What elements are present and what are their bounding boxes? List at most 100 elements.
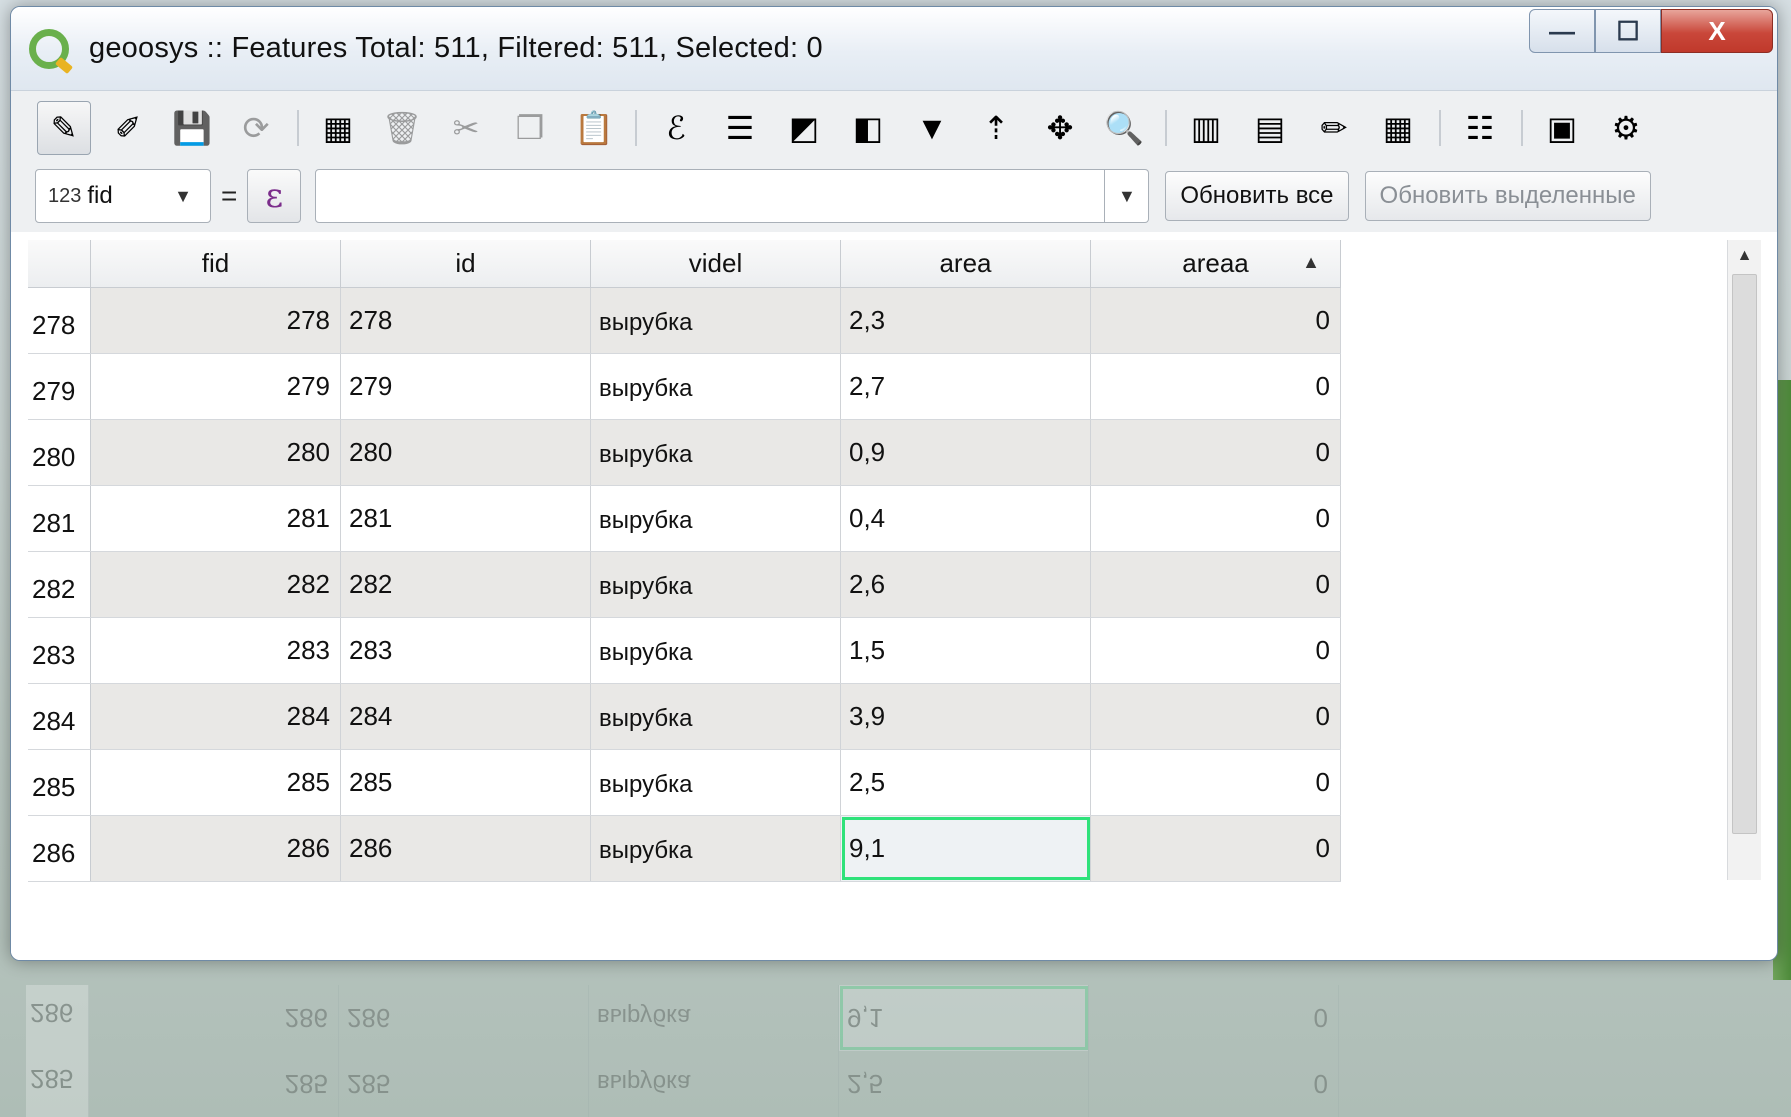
cell-id[interactable]: 286: [341, 816, 591, 881]
row-number[interactable]: 282: [28, 552, 91, 617]
new-field-icon[interactable]: ▥: [1179, 101, 1233, 155]
cell-areaa[interactable]: 0: [1091, 816, 1341, 881]
row-number[interactable]: 286: [26, 985, 89, 1051]
cell-fid[interactable]: 280: [91, 420, 341, 485]
cell-fid[interactable]: 278: [91, 288, 341, 353]
cell-area[interactable]: 0,4: [841, 486, 1091, 551]
paste-icon[interactable]: 📋: [567, 101, 621, 155]
cell-area[interactable]: 2,5: [839, 1051, 1089, 1117]
row-number[interactable]: 286: [28, 816, 91, 881]
field-calculator-icon[interactable]: ✏: [1307, 101, 1361, 155]
cell-id[interactable]: 284: [341, 684, 591, 749]
expression-select-icon[interactable]: ℰ: [649, 101, 703, 155]
conditional-format-icon[interactable]: ▦: [1371, 101, 1425, 155]
row-number[interactable]: 281: [28, 486, 91, 551]
row-number[interactable]: 285: [28, 750, 91, 815]
row-number[interactable]: 280: [28, 420, 91, 485]
cell-id[interactable]: 278: [341, 288, 591, 353]
delete-field-icon[interactable]: ▤: [1243, 101, 1297, 155]
cell-area[interactable]: 2,6: [841, 552, 1091, 617]
expression-dropdown-button[interactable]: ▼: [1105, 169, 1150, 223]
cell-id[interactable]: 285: [341, 750, 591, 815]
cell-videl[interactable]: вырубка: [591, 552, 841, 617]
cell-area[interactable]: 1,5: [841, 618, 1091, 683]
maximize-button[interactable]: ☐: [1595, 9, 1661, 53]
vertical-scrollbar[interactable]: ▲: [1727, 240, 1761, 880]
cell-videl[interactable]: вырубка: [591, 684, 841, 749]
cell-videl[interactable]: вырубка: [591, 420, 841, 485]
column-header-videl[interactable]: videl: [591, 240, 841, 287]
cell-areaa[interactable]: 0: [1091, 750, 1341, 815]
cell-areaa[interactable]: 0: [1091, 420, 1341, 485]
table-row[interactable]: 279 279 279 вырубка 2,7 0: [28, 354, 1341, 420]
multi-edit-icon[interactable]: ✐: [101, 101, 155, 155]
cell-areaa[interactable]: 0: [1091, 684, 1341, 749]
cell-videl[interactable]: вырубка: [589, 1051, 839, 1117]
deselect-icon[interactable]: ◧: [841, 101, 895, 155]
cell-videl[interactable]: вырубка: [591, 816, 841, 881]
cell-areaa[interactable]: 0: [1091, 552, 1341, 617]
table-row[interactable]: 283 283 283 вырубка 1,5 0: [28, 618, 1341, 684]
cell-areaa[interactable]: 0: [1091, 618, 1341, 683]
cell-areaa[interactable]: 0: [1091, 354, 1341, 419]
column-header-id[interactable]: id: [341, 240, 591, 287]
copy-icon[interactable]: ❐: [503, 101, 557, 155]
column-header-areaa[interactable]: areaa ▲: [1091, 240, 1341, 287]
save-edits-icon[interactable]: 💾: [165, 101, 219, 155]
form-view-icon[interactable]: ▣: [1535, 101, 1589, 155]
cell-id[interactable]: 280: [341, 420, 591, 485]
cell-fid[interactable]: 286: [89, 985, 339, 1051]
cell-area[interactable]: 9,1: [839, 985, 1089, 1051]
row-number[interactable]: 278: [28, 288, 91, 353]
column-header-fid[interactable]: fid: [91, 240, 341, 287]
move-to-top-icon[interactable]: ⇡: [969, 101, 1023, 155]
select-all-icon[interactable]: ☰: [713, 101, 767, 155]
cell-area[interactable]: 2,3: [841, 288, 1091, 353]
actions-icon[interactable]: ⚙: [1599, 101, 1653, 155]
cell-areaa[interactable]: 0: [1089, 1051, 1339, 1117]
cell-area[interactable]: 2,7: [841, 354, 1091, 419]
scrollbar-thumb[interactable]: [1732, 274, 1757, 834]
table-row[interactable]: 286 286 286 вырубка 9,1 0: [28, 816, 1341, 882]
row-number[interactable]: 285: [26, 1051, 89, 1117]
row-number[interactable]: 283: [28, 618, 91, 683]
dock-icon[interactable]: ☷: [1453, 101, 1507, 155]
cell-id[interactable]: 286: [339, 985, 589, 1051]
update-all-button[interactable]: Обновить все: [1165, 171, 1349, 221]
table-row[interactable]: 284 284 284 вырубка 3,9 0: [28, 684, 1341, 750]
zoom-to-icon[interactable]: 🔍: [1097, 101, 1151, 155]
reflected-row[interactable]: 285 285 285 вырубка 2,5 0: [26, 1051, 1766, 1117]
cell-fid[interactable]: 283: [91, 618, 341, 683]
cell-areaa[interactable]: 0: [1091, 288, 1341, 353]
column-header-area[interactable]: area: [841, 240, 1091, 287]
filter-icon[interactable]: ▼: [905, 101, 959, 155]
cut-icon[interactable]: ✂: [439, 101, 493, 155]
row-number[interactable]: 279: [28, 354, 91, 419]
table-row[interactable]: 285 285 285 вырубка 2,5 0: [28, 750, 1341, 816]
cell-fid[interactable]: 286: [91, 816, 341, 881]
table-row[interactable]: 281 281 281 вырубка 0,4 0: [28, 486, 1341, 552]
cell-areaa[interactable]: 0: [1089, 985, 1339, 1051]
add-feature-icon[interactable]: ▦: [311, 101, 365, 155]
reload-icon[interactable]: ⟳: [229, 101, 283, 155]
expression-builder-button[interactable]: ε: [247, 169, 302, 223]
header-corner[interactable]: [28, 240, 91, 287]
toggle-editing-icon[interactable]: ✎: [37, 101, 91, 155]
cell-id[interactable]: 279: [341, 354, 591, 419]
cell-fid[interactable]: 285: [91, 750, 341, 815]
table-row[interactable]: 278 278 278 вырубка 2,3 0: [28, 288, 1341, 354]
update-selected-button[interactable]: Обновить выделенные: [1364, 171, 1651, 221]
cell-fid[interactable]: 284: [91, 684, 341, 749]
table-row[interactable]: 282 282 282 вырубка 2,6 0: [28, 552, 1341, 618]
cell-videl[interactable]: вырубка: [591, 750, 841, 815]
cell-videl[interactable]: вырубка: [591, 354, 841, 419]
row-number[interactable]: 284: [28, 684, 91, 749]
cell-fid[interactable]: 281: [91, 486, 341, 551]
cell-area[interactable]: 3,9: [841, 684, 1091, 749]
cell-id[interactable]: 283: [341, 618, 591, 683]
invert-selection-icon[interactable]: ◩: [777, 101, 831, 155]
delete-icon[interactable]: 🗑: [375, 101, 429, 155]
cell-videl[interactable]: вырубка: [591, 618, 841, 683]
cell-fid[interactable]: 279: [91, 354, 341, 419]
scroll-up-icon[interactable]: ▲: [1728, 240, 1761, 272]
